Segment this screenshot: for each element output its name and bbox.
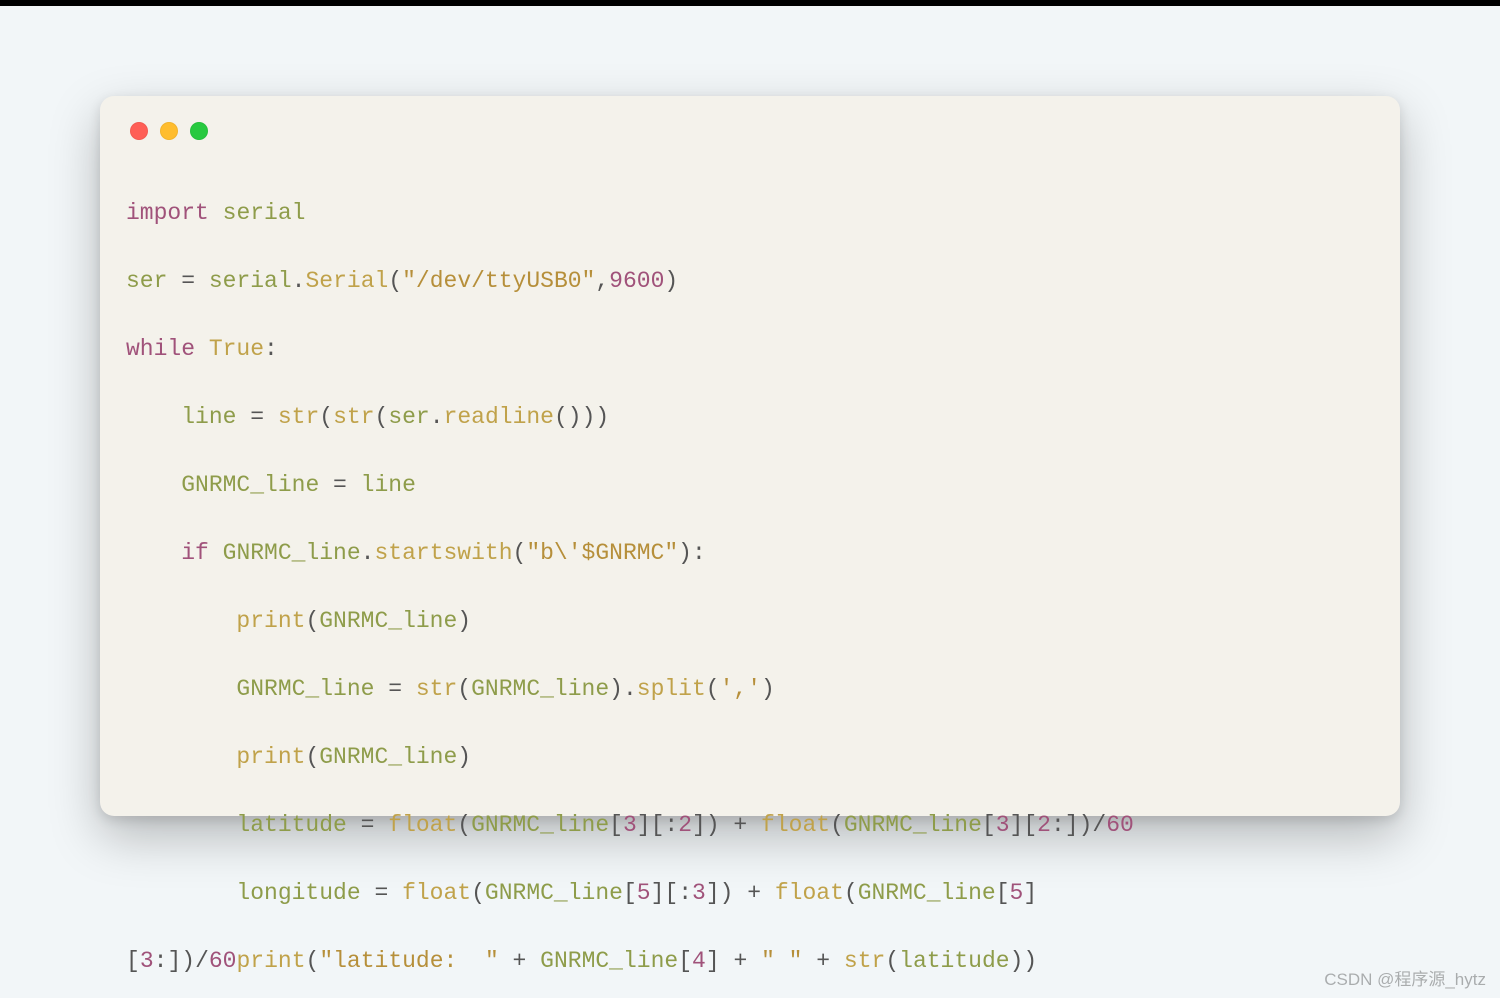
code-line-2: ser = serial.Serial("/dev/ttyUSB0",9600) xyxy=(126,264,1374,298)
close-icon[interactable] xyxy=(130,122,148,140)
code-line-10: latitude = float(GNRMC_line[3][:2]) + fl… xyxy=(126,808,1374,842)
watermark-text: CSDN @程序源_hytz xyxy=(1324,965,1486,990)
zoom-icon[interactable] xyxy=(190,122,208,140)
code-block: import serial ser = serial.Serial("/dev/… xyxy=(126,162,1374,998)
code-line-7: print(GNRMC_line) xyxy=(126,604,1374,638)
code-line-11: longitude = float(GNRMC_line[5][:3]) + f… xyxy=(126,876,1374,910)
code-line-12: [3:])/60print("latitude: " + GNRMC_line[… xyxy=(126,944,1374,978)
code-window: import serial ser = serial.Serial("/dev/… xyxy=(100,96,1400,816)
code-line-4: line = str(str(ser.readline())) xyxy=(126,400,1374,434)
window-titlebar xyxy=(126,116,1374,162)
code-line-8: GNRMC_line = str(GNRMC_line).split(',') xyxy=(126,672,1374,706)
page-container: import serial ser = serial.Serial("/dev/… xyxy=(0,6,1500,998)
code-line-6: if GNRMC_line.startswith("b\'$GNRMC"): xyxy=(126,536,1374,570)
minimize-icon[interactable] xyxy=(160,122,178,140)
code-line-9: print(GNRMC_line) xyxy=(126,740,1374,774)
code-line-5: GNRMC_line = line xyxy=(126,468,1374,502)
code-line-3: while True: xyxy=(126,332,1374,366)
code-line-1: import serial xyxy=(126,196,1374,230)
